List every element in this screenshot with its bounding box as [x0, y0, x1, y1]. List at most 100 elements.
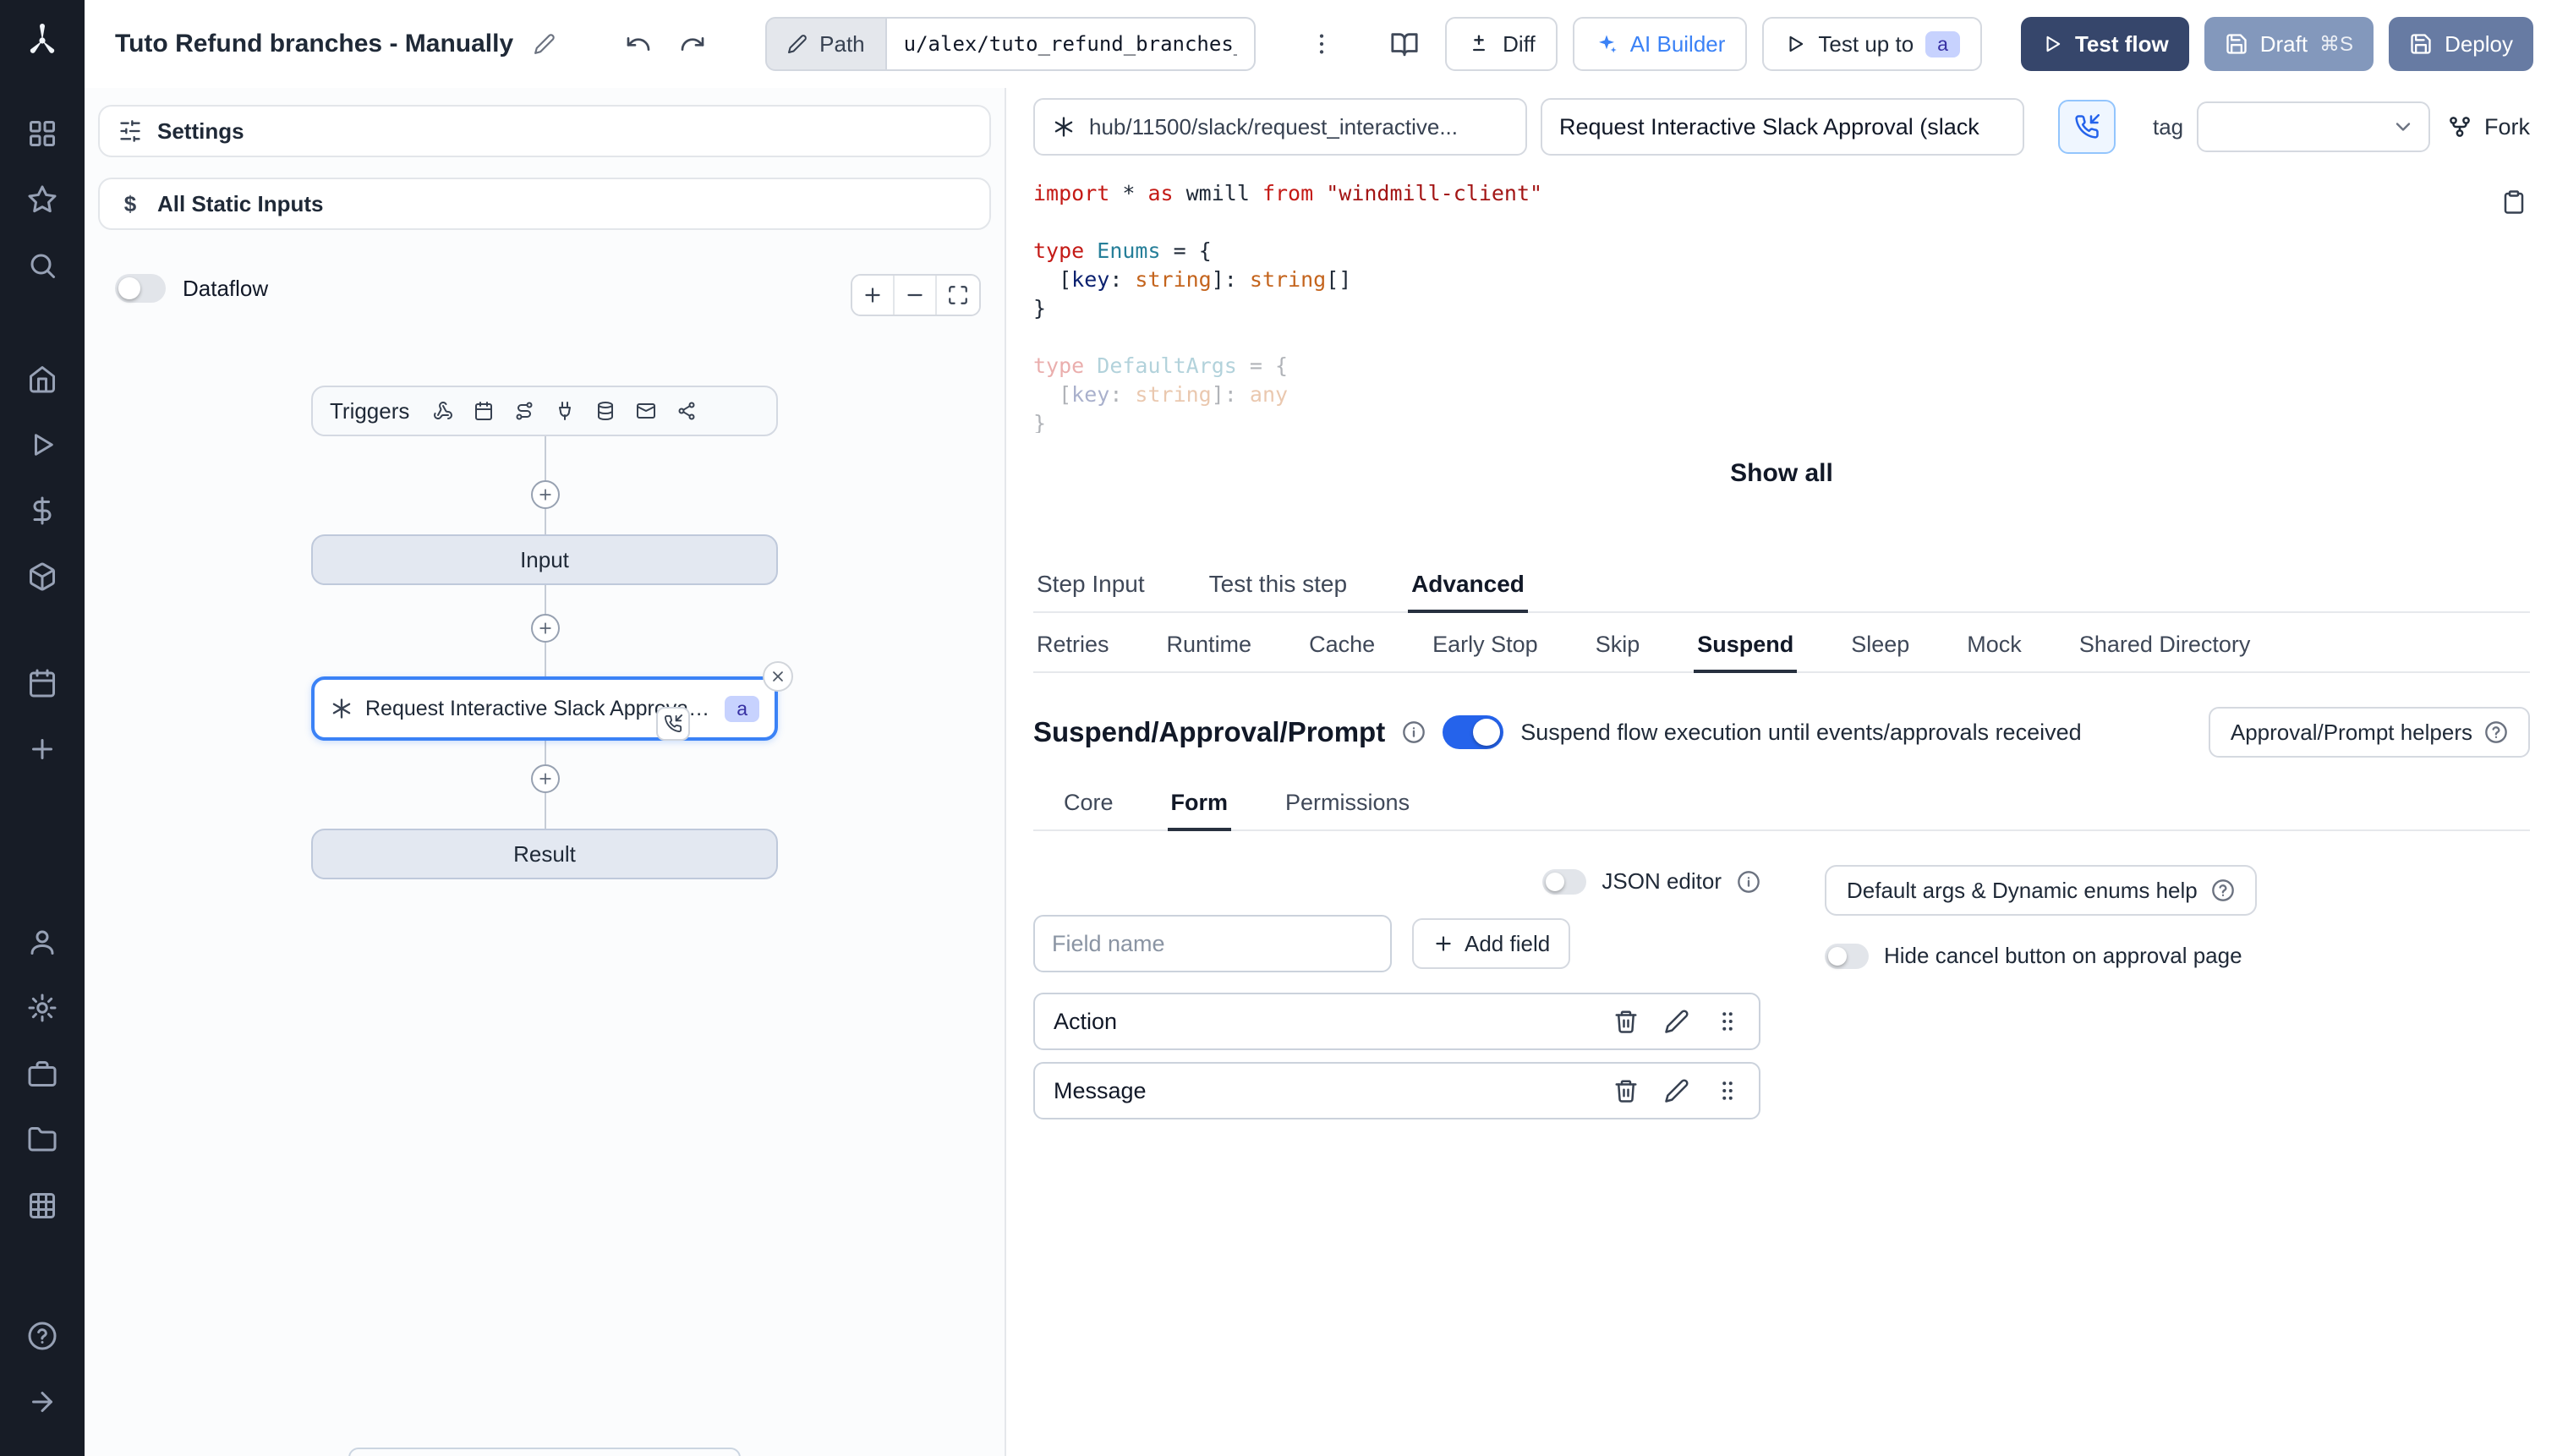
delete-field-icon[interactable]: [1613, 1009, 1639, 1034]
schedules-calendar-icon[interactable]: [14, 654, 71, 712]
redo-button[interactable]: [667, 19, 718, 69]
tab-step-input[interactable]: Step Input: [1033, 562, 1148, 611]
tab-mock[interactable]: Mock: [1963, 623, 2025, 671]
settings-gear-icon[interactable]: [14, 979, 71, 1037]
kafka-trigger-icon: [676, 401, 697, 421]
undo-button[interactable]: [613, 19, 664, 69]
code-token: wmill: [1173, 181, 1262, 205]
field-label: Message: [1054, 1077, 1147, 1103]
copy-code-icon[interactable]: [2501, 189, 2527, 215]
field-name-input[interactable]: [1033, 915, 1392, 972]
selected-step-node[interactable]: Request Interactive Slack Approval (... …: [311, 676, 778, 741]
tab-cache[interactable]: Cache: [1306, 623, 1378, 671]
tab-runtime[interactable]: Runtime: [1164, 623, 1256, 671]
ai-builder-button[interactable]: AI Builder: [1572, 17, 1748, 71]
windmill-hub-icon: [330, 697, 353, 720]
home-icon[interactable]: [14, 350, 71, 408]
edit-field-icon[interactable]: [1664, 1078, 1689, 1103]
websocket-trigger-icon: [555, 401, 575, 421]
add-field-button[interactable]: Add field: [1412, 918, 1571, 969]
apps-grid-icon[interactable]: [14, 1177, 71, 1234]
resources-package-icon[interactable]: [14, 548, 71, 605]
route-trigger-icon: [514, 401, 534, 421]
fork-button[interactable]: Fork: [2447, 114, 2530, 140]
info-icon[interactable]: [1737, 870, 1760, 894]
tab-form[interactable]: Form: [1167, 781, 1232, 830]
create-plus-icon[interactable]: [14, 720, 71, 778]
edit-title-icon[interactable]: [534, 33, 556, 55]
approval-prompt-helpers-button[interactable]: Approval/Prompt helpers: [2208, 707, 2530, 758]
draft-button[interactable]: Draft ⌘S: [2204, 17, 2374, 71]
tab-sleep[interactable]: Sleep: [1848, 623, 1913, 671]
tab-test-this-step[interactable]: Test this step: [1206, 562, 1350, 611]
help-icon[interactable]: [14, 1307, 71, 1365]
diff-icon: [1467, 32, 1491, 56]
suspend-toggle[interactable]: [1443, 715, 1504, 749]
help-icon: [2211, 879, 2235, 902]
path-label: Path: [819, 30, 865, 57]
search-icon[interactable]: [14, 237, 71, 294]
variables-dollar-icon[interactable]: [14, 482, 71, 539]
pencil-icon: [787, 34, 808, 54]
path-edit-button[interactable]: Path: [765, 17, 887, 71]
field-label: Action: [1054, 1008, 1118, 1034]
drag-handle-icon[interactable]: [1715, 1009, 1740, 1034]
tab-shared-directory[interactable]: Shared Directory: [2076, 623, 2254, 671]
help-icon: [2484, 720, 2508, 744]
folders-icon[interactable]: [14, 1111, 71, 1169]
error-handler-node[interactable]: Error Handler: [348, 1448, 741, 1456]
tab-core[interactable]: Core: [1060, 781, 1117, 829]
user-icon[interactable]: [14, 913, 71, 971]
code-token: :: [1109, 382, 1136, 407]
result-node[interactable]: Result: [311, 829, 778, 879]
form-field-row[interactable]: Message: [1033, 1062, 1760, 1119]
step-tabs: Step Input Test this step Advanced: [1033, 562, 2530, 613]
more-menu-button[interactable]: [1296, 19, 1347, 69]
collapse-arrow-icon[interactable]: [14, 1373, 71, 1431]
email-trigger-icon: [636, 401, 656, 421]
path-input[interactable]: [886, 17, 1256, 71]
suspend-indicator-button[interactable]: [2058, 100, 2116, 154]
insert-step-button[interactable]: [531, 614, 560, 643]
step-name-input[interactable]: [1541, 98, 2024, 156]
remove-step-button[interactable]: [763, 661, 793, 692]
tag-select[interactable]: [2197, 101, 2431, 152]
docs-book-icon[interactable]: [1379, 19, 1430, 69]
sparkles-icon: [1595, 32, 1618, 56]
tab-permissions[interactable]: Permissions: [1282, 781, 1413, 829]
play-icon: [1784, 33, 1806, 55]
insert-step-button[interactable]: [531, 764, 560, 793]
favorites-star-icon[interactable]: [14, 171, 71, 228]
windmill-logo-icon[interactable]: [22, 20, 63, 61]
triggers-node[interactable]: Triggers: [311, 386, 778, 436]
test-flow-button[interactable]: Test flow: [2020, 17, 2189, 71]
tab-advanced[interactable]: Advanced: [1408, 562, 1528, 613]
drag-handle-icon[interactable]: [1715, 1078, 1740, 1103]
deploy-button[interactable]: Deploy: [2389, 17, 2533, 71]
tab-suspend[interactable]: Suspend: [1694, 623, 1798, 672]
tab-skip[interactable]: Skip: [1592, 623, 1644, 671]
test-up-to-button[interactable]: Test up to a: [1762, 17, 1982, 71]
edit-field-icon[interactable]: [1664, 1009, 1689, 1034]
workers-briefcase-icon[interactable]: [14, 1045, 71, 1103]
code-token: import: [1033, 181, 1110, 205]
runs-play-icon[interactable]: [14, 416, 71, 473]
code-editor[interactable]: import * as wmill from "windmill-client"…: [1006, 176, 2557, 433]
show-all-button[interactable]: Show all: [1730, 459, 1833, 488]
info-icon[interactable]: [1402, 720, 1426, 744]
insert-step-button[interactable]: [531, 480, 560, 509]
default-args-help-button[interactable]: Default args & Dynamic enums help: [1825, 865, 2257, 916]
input-node[interactable]: Input: [311, 534, 778, 585]
tab-early-stop[interactable]: Early Stop: [1429, 623, 1541, 671]
hub-path-box[interactable]: hub/11500/slack/request_interactive...: [1033, 98, 1527, 156]
tab-retries[interactable]: Retries: [1033, 623, 1113, 671]
diff-button[interactable]: Diff: [1445, 17, 1558, 71]
hide-cancel-toggle[interactable]: [1825, 943, 1869, 969]
json-editor-toggle[interactable]: [1542, 868, 1587, 895]
delete-field-icon[interactable]: [1613, 1078, 1639, 1103]
form-field-row[interactable]: Action: [1033, 993, 1760, 1050]
apps-icon[interactable]: [14, 105, 71, 162]
code-token: = {: [1236, 353, 1289, 378]
